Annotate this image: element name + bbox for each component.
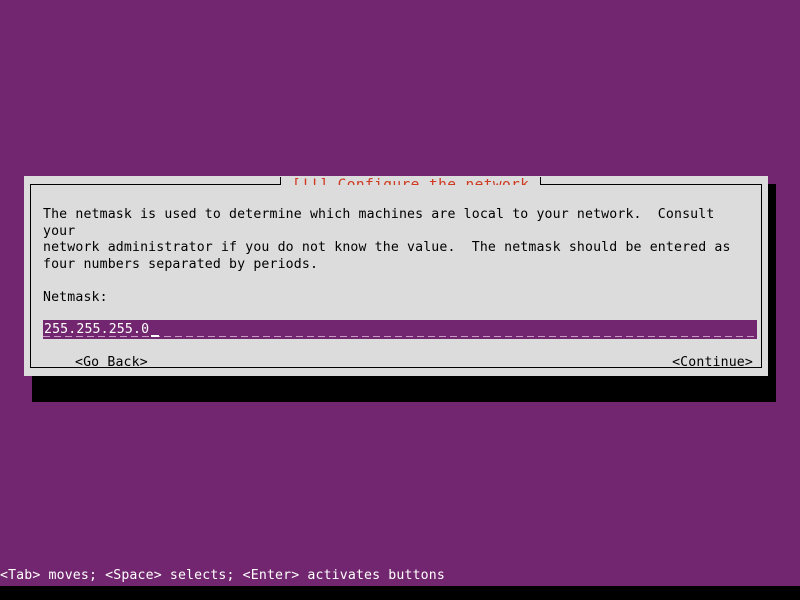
dialog-body: The netmask is used to determine which m…: [31, 185, 761, 367]
status-bar-hint: <Tab> moves; <Space> selects; <Enter> ac…: [0, 568, 445, 583]
bottom-black-strip: [0, 586, 800, 600]
dialog-buttons: <Go Back> <Continue>: [43, 353, 757, 367]
netmask-input[interactable]: 255.255.255.0: [43, 319, 757, 339]
netmask-input-value: 255.255.255.0: [44, 321, 150, 337]
text-cursor: [151, 334, 159, 337]
dialog-description: The netmask is used to determine which m…: [43, 207, 731, 272]
go-back-button[interactable]: <Go Back>: [75, 353, 148, 367]
netmask-field-label: Netmask:: [43, 290, 108, 306]
continue-button[interactable]: <Continue>: [672, 353, 753, 367]
configure-network-dialog: [!!] Configure the network The netmask i…: [24, 176, 768, 376]
installer-screen: [!!] Configure the network The netmask i…: [0, 0, 800, 600]
